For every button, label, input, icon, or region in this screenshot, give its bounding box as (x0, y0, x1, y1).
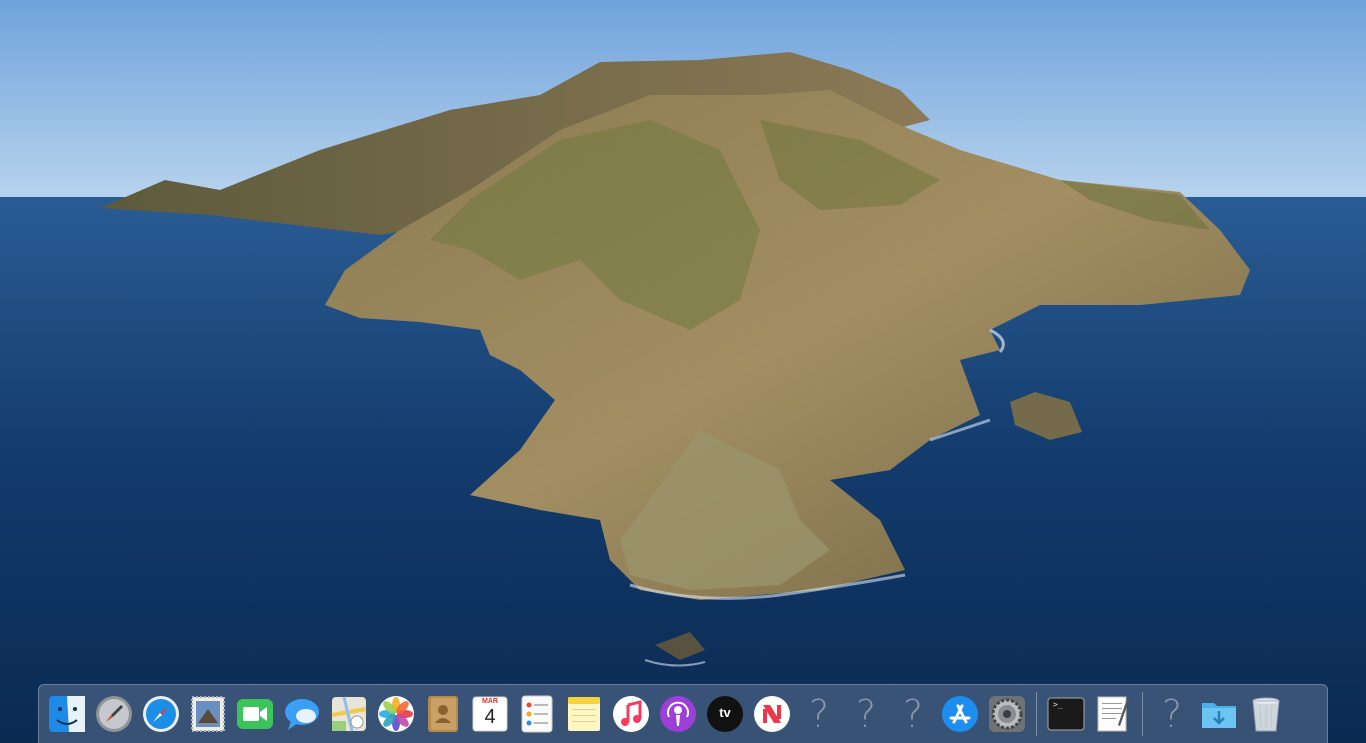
terminal-prompt: >_ (1053, 700, 1063, 709)
dock-item-tv[interactable]: tv (705, 694, 745, 734)
dock-item-launchpad[interactable] (94, 694, 134, 734)
dock-item-unknown-2[interactable]: ? (846, 694, 886, 734)
dock-item-terminal[interactable]: >_ (1046, 694, 1086, 734)
checklist-icon (521, 695, 553, 733)
finder-icon (49, 696, 85, 732)
question-mark-icon: ? (1161, 692, 1183, 736)
dock-item-mail[interactable] (188, 694, 228, 734)
dock-item-notes[interactable] (564, 694, 604, 734)
address-book-icon (428, 696, 458, 732)
app-store-icon (942, 696, 978, 732)
calendar-day: 4 (484, 706, 496, 728)
podcast-icon (660, 696, 696, 732)
download-folder-icon (1202, 703, 1236, 728)
dock-item-unknown-1[interactable]: ? (799, 694, 839, 734)
calendar-month: MAR (482, 698, 498, 705)
dock-item-downloads[interactable] (1199, 694, 1239, 734)
dock-item-messages[interactable] (282, 694, 322, 734)
tv-label: tv (719, 705, 731, 720)
video-camera-icon (237, 699, 273, 729)
news-icon (754, 696, 790, 732)
text-document-icon (1097, 696, 1129, 732)
dock-item-podcasts[interactable] (658, 694, 698, 734)
dock-item-safari[interactable] (141, 694, 181, 734)
map-icon (331, 696, 367, 732)
question-mark-icon: ? (902, 692, 924, 736)
dock-item-textedit[interactable] (1093, 694, 1133, 734)
dock-item-news[interactable] (752, 694, 792, 734)
music-note-icon (613, 696, 649, 732)
flower-icon (378, 696, 414, 732)
dock-item-app-store[interactable] (940, 694, 980, 734)
dock: MAR 4 tv ? ? ? >_ ? (38, 684, 1328, 743)
dock-item-unknown-4[interactable]: ? (1152, 694, 1192, 734)
dock-item-contacts[interactable] (423, 694, 463, 734)
dock-item-unknown-3[interactable]: ? (893, 694, 933, 734)
dock-item-music[interactable] (611, 694, 651, 734)
dock-item-photos[interactable] (376, 694, 416, 734)
speech-bubble-icon (285, 699, 319, 730)
dock-separator (1142, 692, 1143, 736)
trash-icon (1252, 697, 1280, 732)
dock-item-reminders[interactable] (517, 694, 557, 734)
dock-separator (1036, 692, 1037, 736)
stamp-icon (191, 696, 225, 732)
rocket-icon (96, 696, 132, 732)
dock-item-facetime[interactable] (235, 694, 275, 734)
dock-item-system-preferences[interactable] (987, 694, 1027, 734)
desktop: MAR 4 tv ? ? ? >_ ? (0, 0, 1366, 743)
wallpaper-image (0, 0, 1366, 743)
question-mark-icon: ? (855, 692, 877, 736)
question-mark-icon: ? (808, 692, 830, 736)
notepad-icon (568, 697, 600, 731)
compass-icon (143, 696, 179, 732)
gear-icon (989, 696, 1025, 732)
dock-item-trash[interactable] (1246, 694, 1286, 734)
dock-item-maps[interactable] (329, 694, 369, 734)
dock-item-finder[interactable] (47, 694, 87, 734)
dock-item-calendar[interactable]: MAR 4 (470, 694, 510, 734)
